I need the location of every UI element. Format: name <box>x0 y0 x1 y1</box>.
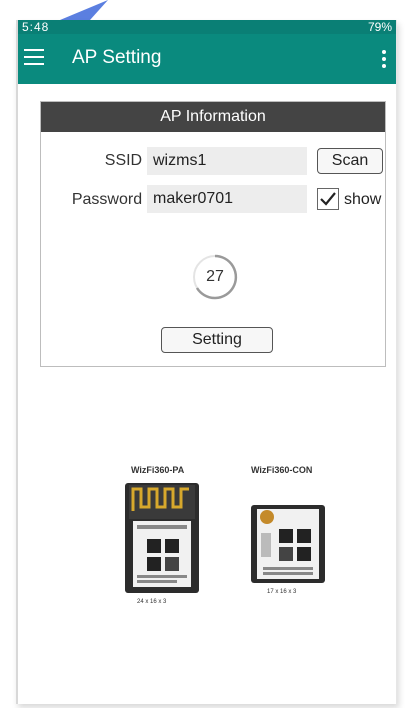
status-time: 5:48 <box>22 20 50 34</box>
module-left-dimensions: 24 x 16 x 3 <box>137 599 167 605</box>
module-left-name: WizFi360-PA <box>131 465 185 475</box>
ssid-input[interactable]: wizms1 <box>147 147 307 175</box>
show-label: show <box>344 191 382 208</box>
cursor-pointer-icon <box>60 0 108 20</box>
status-bar: 5:48 79% <box>18 20 396 34</box>
overflow-menu-icon[interactable] <box>382 50 386 68</box>
wizfi360-pa-module-image <box>125 483 199 593</box>
password-input[interactable]: maker0701 <box>147 185 307 213</box>
phone-screen: 5:48 79% AP Setting AP Information SSID … <box>16 20 397 704</box>
progress-count: 27 <box>206 268 224 285</box>
setting-button[interactable]: Setting <box>161 327 273 353</box>
scan-button[interactable]: Scan <box>317 148 383 174</box>
wizfi360-con-module-image <box>251 505 325 583</box>
status-battery: 79% <box>367 20 392 34</box>
checkbox-check-icon <box>320 192 336 206</box>
module-images: WizFi360-PA 24 x 16 x 3 WizFi360-CON 17 … <box>113 465 343 625</box>
password-label: Password : <box>71 191 151 208</box>
module-right-name: WizFi360-CON <box>251 465 313 475</box>
show-password-checkbox[interactable] <box>317 188 339 210</box>
card-header: AP Information <box>41 102 385 132</box>
ap-information-card: AP Information SSID : wizms1 Scan Passwo… <box>40 101 386 367</box>
app-bar: AP Setting <box>18 34 396 84</box>
ssid-label: SSID : <box>104 152 151 169</box>
app-title: AP Setting <box>72 47 162 68</box>
module-right-dimensions: 17 x 16 x 3 <box>267 589 297 595</box>
menu-icon[interactable] <box>24 49 44 67</box>
